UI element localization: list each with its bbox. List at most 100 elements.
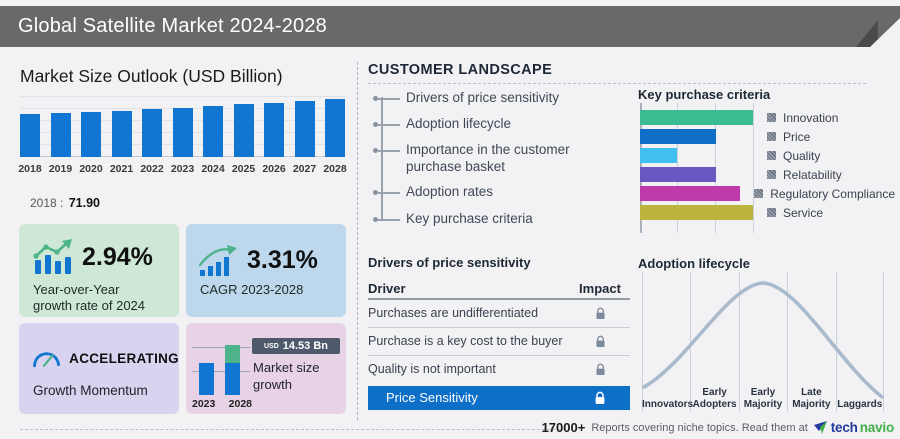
landscape-item-label: Drivers of price sensitivity (406, 90, 560, 105)
yoy-value: 2.94% (82, 242, 153, 271)
price-sensitivity-highlight-row: Price Sensitivity (368, 385, 630, 410)
speedometer-icon (33, 352, 61, 368)
x-tick-label: 2027 (292, 163, 317, 175)
driver-label: Purchase is a key cost to the buyer (368, 334, 563, 348)
bar-2018 (20, 113, 40, 157)
base-year-label: 2018 : (30, 196, 64, 210)
bar-2026 (264, 102, 284, 157)
kpc-row: Relatability (640, 167, 895, 182)
base-year-number: 71.90 (68, 196, 100, 210)
bar-column (325, 98, 345, 157)
key-purchase-criteria-title: Key purchase criteria (638, 87, 771, 102)
kpc-bar (640, 148, 678, 163)
vertical-divider (357, 62, 358, 420)
landscape-item-label: Key purchase criteria (406, 211, 533, 226)
legend-label: Innovation (783, 110, 839, 125)
momentum-label: Growth Momentum (33, 383, 148, 398)
x-tick-label: 2022 (140, 163, 164, 175)
footer-tagline: Reports covering niche topics. Read them… (591, 421, 808, 434)
column-impact: Impact (579, 280, 621, 296)
legend-swatch-icon (767, 151, 776, 160)
growth-momentum-card: ACCELERATING Growth Momentum (19, 323, 179, 414)
bar-column (172, 107, 193, 157)
x-tick-label: 2023 (170, 163, 195, 175)
bar-2028-growth (225, 345, 240, 363)
page-title: Global Satellite Market 2024-2028 (18, 15, 328, 37)
market-size-title: Market Size Outlook (USD Billion) (20, 66, 283, 86)
bar-2023 (199, 363, 214, 395)
price-sensitivity-table: Driver Impact Purchases are undifferenti… (368, 278, 630, 410)
lock-icon (570, 363, 630, 376)
kpc-bar (640, 167, 716, 182)
highlight-label: Price Sensitivity (386, 390, 478, 405)
market-size-chart: 2018 2019 2020 2021 2022 2023 2024 2025 2026 2027… (18, 93, 347, 183)
adoption-lifecycle-chart: Innovators Early Adopters Early Majority La… (642, 272, 884, 412)
table-row: Quality is not important (368, 356, 630, 383)
landscape-item: Adoption rates (373, 184, 493, 201)
landscape-item-label: Adoption rates (406, 184, 494, 199)
gridline (192, 347, 250, 348)
node-connector (378, 98, 400, 100)
adoption-lifecycle-title: Adoption lifecycle (638, 256, 750, 271)
lock-icon (570, 335, 630, 348)
node-connector (378, 124, 400, 126)
footer-divider (20, 429, 565, 430)
report-count: 17000+ (541, 420, 586, 435)
section-divider (368, 83, 866, 84)
mini-year-start: 2023 (192, 398, 216, 410)
growth-curve-icon (199, 245, 237, 276)
lifecycle-labels: Innovators Early Adopters Early Majority La… (642, 387, 884, 411)
legend-label: Quality (783, 148, 821, 163)
yoy-label: Year-over-Year growth rate of 2024 (33, 282, 146, 314)
kpc-bar (640, 205, 753, 220)
legend-swatch-icon (767, 132, 776, 141)
bar-2021 (111, 110, 132, 157)
kpc-bar (640, 186, 741, 201)
kpc-bar (640, 110, 753, 125)
landscape-item: Key purchase criteria (373, 211, 533, 228)
growth-amount-badge: USD 14.53 Bn (252, 338, 340, 354)
lifecycle-stage-label: Late Majority (792, 387, 831, 410)
landscape-item-label: Adoption lifecycle (406, 116, 512, 131)
kpc-row: Innovation (640, 110, 895, 125)
legend-swatch-icon (767, 113, 776, 122)
lifecycle-stage-label: Early Adopters (692, 387, 737, 410)
technavio-logo[interactable]: tech navio (813, 420, 894, 435)
brand-text-navio: navio (859, 420, 894, 435)
footer: 17000+ Reports covering niche topics. Re… (541, 420, 895, 435)
x-tick-label: 2026 (262, 163, 286, 175)
legend-swatch-icon (767, 208, 776, 217)
kpc-row: Price (640, 129, 895, 144)
x-tick-label: 2018 (18, 163, 42, 175)
technavio-arrow-icon (813, 420, 827, 434)
market-size-labels: 2018 2019 2020 2021 2022 2023 2024 2025 2026 2027… (18, 163, 347, 175)
table-row: Purchase is a key cost to the buyer (368, 328, 630, 355)
lifecycle-stage-label: Innovators (642, 399, 694, 410)
bar-column (294, 100, 315, 157)
x-tick-label: 2028 (323, 163, 347, 175)
bar-column (142, 109, 162, 157)
x-tick-label: 2019 (48, 163, 73, 175)
table-row: Purchases are undifferentiated (368, 300, 630, 327)
column-driver: Driver (368, 280, 406, 296)
lock-icon (570, 391, 630, 405)
legend-swatch-icon (754, 189, 764, 198)
node-connector (378, 192, 400, 194)
landscape-item: Adoption lifecycle (373, 116, 511, 133)
bar-column (233, 104, 254, 157)
cagr-label: CAGR 2023-2028 (200, 282, 304, 297)
bar-2023 (172, 107, 193, 157)
landscape-item-label: Importance in the customer purchase bask… (406, 142, 570, 174)
mini-year-end: 2028 (228, 398, 252, 410)
momentum-value: ACCELERATING (69, 350, 179, 366)
x-tick-label: 2024 (201, 163, 225, 175)
bar-column (50, 112, 71, 157)
x-tick-label: 2021 (109, 163, 134, 175)
bar-2022 (142, 109, 162, 157)
lifecycle-stage-label: Laggards (837, 399, 883, 410)
legend-label: Price (783, 129, 811, 144)
cagr-value: 3.31% (247, 245, 318, 274)
growth-label: Market size growth (253, 360, 320, 392)
driver-label: Quality is not important (368, 362, 496, 376)
market-size-growth-card: 2023 2028 USD 14.53 Bn Market size growt… (186, 323, 346, 414)
